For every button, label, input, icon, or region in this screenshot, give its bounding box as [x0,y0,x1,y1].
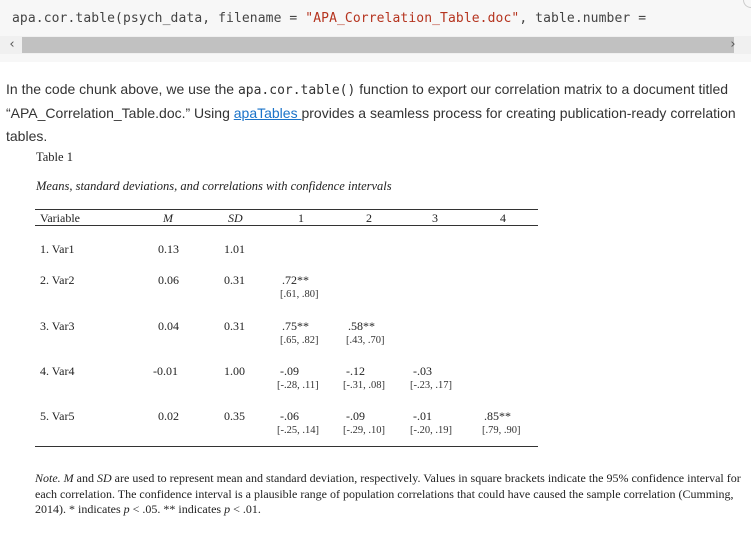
code-block: apa.cor.table(psych_data, filename = "AP… [0,0,751,62]
row-4-r-1: -.09 [280,364,299,378]
table-note: Note. M and SD are used to represent mea… [35,471,745,518]
row-4-mean: -0.01 [153,364,178,378]
table-bottom-rule [35,446,538,447]
row-5-ci-2: [-.29, .10] [343,425,385,436]
scrollbar-thumb[interactable] [22,37,734,53]
row-5-sd: 0.35 [224,409,245,423]
code-string-literal: "APA_Correlation_Table.doc" [305,11,520,26]
header-variable: Variable [40,211,80,225]
code-line: apa.cor.table(psych_data, filename = "AP… [12,11,646,26]
row-3-r-2: .58** [348,319,375,333]
row-5-ci-1: [-.25, .14] [277,425,319,436]
table-title: Means, standard deviations, and correlat… [36,179,392,193]
scroll-left-arrow-icon[interactable]: ‹ [4,37,20,53]
note-text: < .05. ** indicates [129,502,225,516]
row-3-ci-2: [.43, .70] [346,335,385,346]
row-4-ci-3: [-.23, .17] [410,380,452,391]
code-argument-rest: , table.number = [519,11,647,26]
row-4-variable: 4. Var4 [40,364,75,378]
row-1-mean: 0.13 [158,242,179,256]
paragraph-text: In the code chunk above, we use the [6,81,238,97]
horizontal-scrollbar[interactable]: ‹ › [0,36,751,54]
table-number: Table 1 [36,150,73,164]
paragraph-text: function to export our correlation matri… [355,81,729,97]
row-3-variable: 3. Var3 [40,319,75,333]
row-5-r-1: -.06 [280,409,299,423]
header-col-1: 1 [298,211,304,225]
row-4-ci-1: [-.28, .11] [277,380,319,391]
row-3-sd: 0.31 [224,319,245,333]
row-4-r-2: -.12 [346,364,365,378]
header-sd: SD [228,211,243,225]
note-text: and [73,471,97,485]
table-top-rule [35,209,538,210]
body-paragraph: In the code chunk above, we use the apa.… [6,78,751,148]
row-2-mean: 0.06 [158,273,179,287]
note-label: Note. [35,471,61,485]
row-3-r-1: .75** [282,319,309,333]
header-col-3: 3 [432,211,438,225]
header-col-4: 4 [500,211,506,225]
row-2-ci-1: [.61, .80] [280,289,319,300]
row-1-variable: 1. Var1 [40,242,75,256]
header-col-2: 2 [366,211,372,225]
row-4-sd: 1.00 [224,364,245,378]
row-5-ci-3: [-.20, .19] [410,425,452,436]
apa-table-document: Table 1 Means, standard deviations, and … [0,140,751,533]
row-5-r-4: .85** [484,409,511,423]
note-m: M [63,471,74,485]
code-function-call: apa.cor.table(psych_data, filename = [12,11,306,26]
table-header-rule [35,225,538,226]
header-mean: M [163,211,173,225]
row-5-r-3: -.01 [413,409,432,423]
row-3-ci-1: [.65, .82] [280,335,319,346]
row-2-r-1: .72** [282,273,309,287]
row-1-sd: 1.01 [224,242,245,256]
apatables-link[interactable]: apaTables [234,105,302,121]
row-5-mean: 0.02 [158,409,179,423]
row-2-variable: 2. Var2 [40,273,75,287]
paragraph-text: “APA_Correlation_Table.doc.” Using [6,105,234,121]
row-2-sd: 0.31 [224,273,245,287]
scroll-right-arrow-icon[interactable]: › [725,37,741,53]
row-4-ci-2: [-.31, .08] [343,380,385,391]
row-5-r-2: -.09 [346,409,365,423]
note-text: < .01. [230,502,261,516]
row-5-ci-4: [.79, .90] [482,425,521,436]
note-sd: SD [97,471,112,485]
row-4-r-3: -.03 [413,364,432,378]
inline-code: apa.cor.table() [237,83,356,98]
row-3-mean: 0.04 [158,319,179,333]
row-5-variable: 5. Var5 [40,409,75,423]
